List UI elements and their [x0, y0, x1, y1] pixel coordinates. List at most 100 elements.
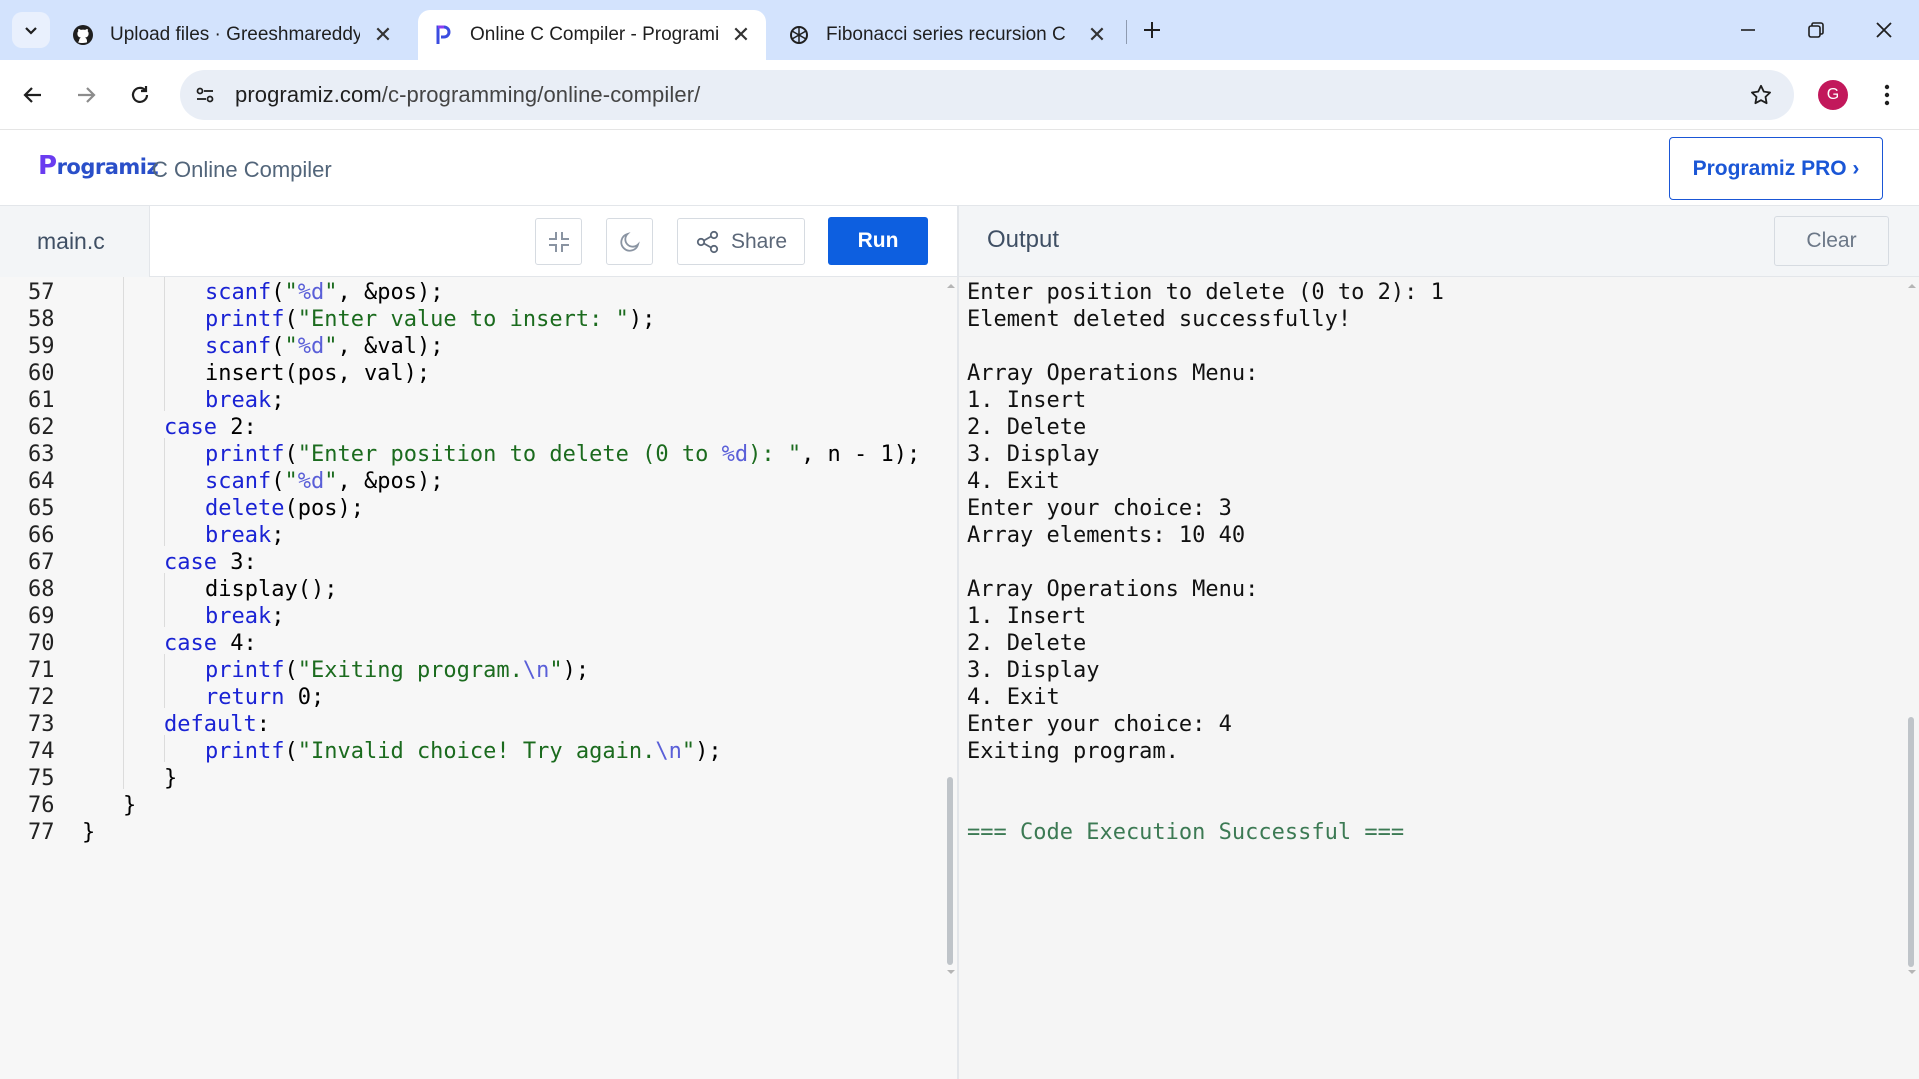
- code-editor[interactable]: 56printf("Enter position to insert (0 to…: [0, 277, 957, 1079]
- github-icon: [72, 24, 94, 46]
- file-tab-main-c[interactable]: main.c: [0, 206, 150, 277]
- execution-status: === Code Execution Successful ===: [967, 820, 1405, 845]
- editor-header: main.c Share Run: [0, 206, 959, 277]
- indent-guide: [123, 735, 124, 762]
- line-number: 77: [28, 820, 55, 845]
- share-label: Share: [730, 229, 788, 253]
- output-header: Output Clear: [959, 206, 1919, 277]
- address-bar[interactable]: programiz.com/c-programming/online-compi…: [180, 70, 1794, 120]
- chevron-down-icon: [25, 27, 37, 35]
- scroll-down-icon: [1908, 970, 1916, 974]
- output-scrollbar[interactable]: [1905, 277, 1919, 1079]
- indent-guide: [164, 303, 165, 330]
- close-window-button[interactable]: [1864, 12, 1904, 48]
- logo-initial: P: [38, 151, 57, 181]
- close-icon[interactable]: ✕: [730, 22, 752, 47]
- tab-title: Online C Compiler - Programiz: [470, 24, 718, 45]
- scroll-up-icon: [947, 284, 955, 288]
- indent-guide: [164, 573, 165, 600]
- close-icon: [1876, 22, 1892, 38]
- browser-toolbar: programiz.com/c-programming/online-compi…: [0, 60, 1919, 130]
- restore-button[interactable]: [1796, 12, 1836, 48]
- indent-guide: [123, 277, 124, 303]
- output-line: Element deleted successfully!: [967, 307, 1352, 332]
- arrow-left-icon: [23, 87, 41, 103]
- indent-guide: [123, 573, 124, 600]
- minimize-icon: [1741, 29, 1755, 31]
- indent-guide: [123, 600, 124, 627]
- forward-button[interactable]: [68, 77, 104, 113]
- share-button[interactable]: Share: [677, 218, 805, 265]
- indent-guide: [164, 465, 165, 492]
- url-path: /c-programming/online-compiler/: [381, 82, 701, 107]
- indent-guide: [164, 438, 165, 465]
- tab-online-compiler[interactable]: Online C Compiler - Programiz ✕: [418, 10, 766, 60]
- tab-separator: [1126, 20, 1127, 44]
- url-text: programiz.com/c-programming/online-compi…: [235, 82, 700, 108]
- reload-button[interactable]: [122, 77, 158, 113]
- tab-title: Fibonacci series recursion C: [826, 24, 1066, 45]
- run-button[interactable]: Run: [828, 217, 928, 265]
- tab-fibonacci[interactable]: Fibonacci series recursion C ✕: [774, 10, 1122, 60]
- output-scrollbar-thumb[interactable]: [1908, 717, 1914, 967]
- output-line: Array elements: 10 40: [967, 523, 1246, 548]
- output-console: Enter your choice: 2Enter position to de…: [959, 277, 1919, 1079]
- chatgpt-icon: [788, 24, 810, 46]
- browser-menu-button[interactable]: [1872, 78, 1902, 112]
- programiz-icon: [432, 24, 454, 46]
- indent-guide: [123, 492, 124, 519]
- minimize-button[interactable]: [1728, 12, 1768, 48]
- theme-toggle-button[interactable]: [606, 218, 653, 265]
- reload-icon: [131, 86, 149, 103]
- indent-guide: [123, 519, 124, 546]
- code-text: }: [82, 820, 96, 845]
- indent-guide: [123, 762, 124, 789]
- indent-guide: [164, 357, 165, 384]
- indent-guide: [123, 384, 124, 411]
- close-icon[interactable]: ✕: [1086, 22, 1108, 47]
- indent-guide: [164, 600, 165, 627]
- tab-title: Upload files · Greeshmareddy18: [110, 24, 360, 45]
- indent-guide: [123, 681, 124, 708]
- indent-guide: [164, 735, 165, 762]
- programiz-pro-button[interactable]: Programiz PRO ›: [1669, 137, 1883, 200]
- site-settings-icon[interactable]: [192, 82, 218, 108]
- moon-icon: [619, 231, 640, 252]
- editor-scrollbar-thumb[interactable]: [947, 777, 953, 965]
- browser-tab-strip: Upload files · Greeshmareddy18 ✕ Online …: [0, 0, 1919, 60]
- code-line: 77}: [0, 816, 940, 849]
- indent-guide: [123, 438, 124, 465]
- tab-search-button[interactable]: [12, 12, 50, 48]
- indent-guide: [123, 411, 124, 438]
- indent-guide: [123, 303, 124, 330]
- restore-icon: [1808, 22, 1824, 38]
- indent-guide: [123, 654, 124, 681]
- indent-guide: [164, 277, 165, 303]
- indent-guide: [123, 357, 124, 384]
- new-tab-button[interactable]: [1136, 14, 1168, 46]
- output-title: Output: [987, 226, 1060, 253]
- indent-guide: [123, 465, 124, 492]
- indent-guide: [164, 654, 165, 681]
- tab-upload-files[interactable]: Upload files · Greeshmareddy18 ✕: [58, 10, 408, 60]
- clear-button[interactable]: Clear: [1774, 216, 1889, 266]
- editor-scrollbar[interactable]: [944, 277, 957, 1079]
- bookmark-star-icon[interactable]: [1748, 82, 1774, 108]
- fullscreen-button[interactable]: [535, 218, 582, 265]
- indent-guide: [164, 492, 165, 519]
- back-button[interactable]: [15, 77, 51, 113]
- page-title: C Online Compiler: [152, 157, 332, 182]
- indent-guide: [123, 330, 124, 357]
- indent-guide: [164, 330, 165, 357]
- indent-guide: [164, 519, 165, 546]
- profile-avatar[interactable]: G: [1818, 80, 1848, 110]
- arrow-right-icon: [78, 87, 96, 103]
- more-vertical-icon: [1884, 84, 1890, 106]
- collapse-icon: [548, 231, 569, 252]
- close-icon[interactable]: ✕: [372, 22, 394, 47]
- indent-guide: [123, 546, 124, 573]
- programiz-logo[interactable]: Programiz: [38, 151, 159, 181]
- scroll-up-icon: [1908, 284, 1916, 288]
- logo-text: rogramiz: [56, 155, 159, 179]
- site-header: Programiz C Online Compiler Programiz PR…: [0, 131, 1919, 206]
